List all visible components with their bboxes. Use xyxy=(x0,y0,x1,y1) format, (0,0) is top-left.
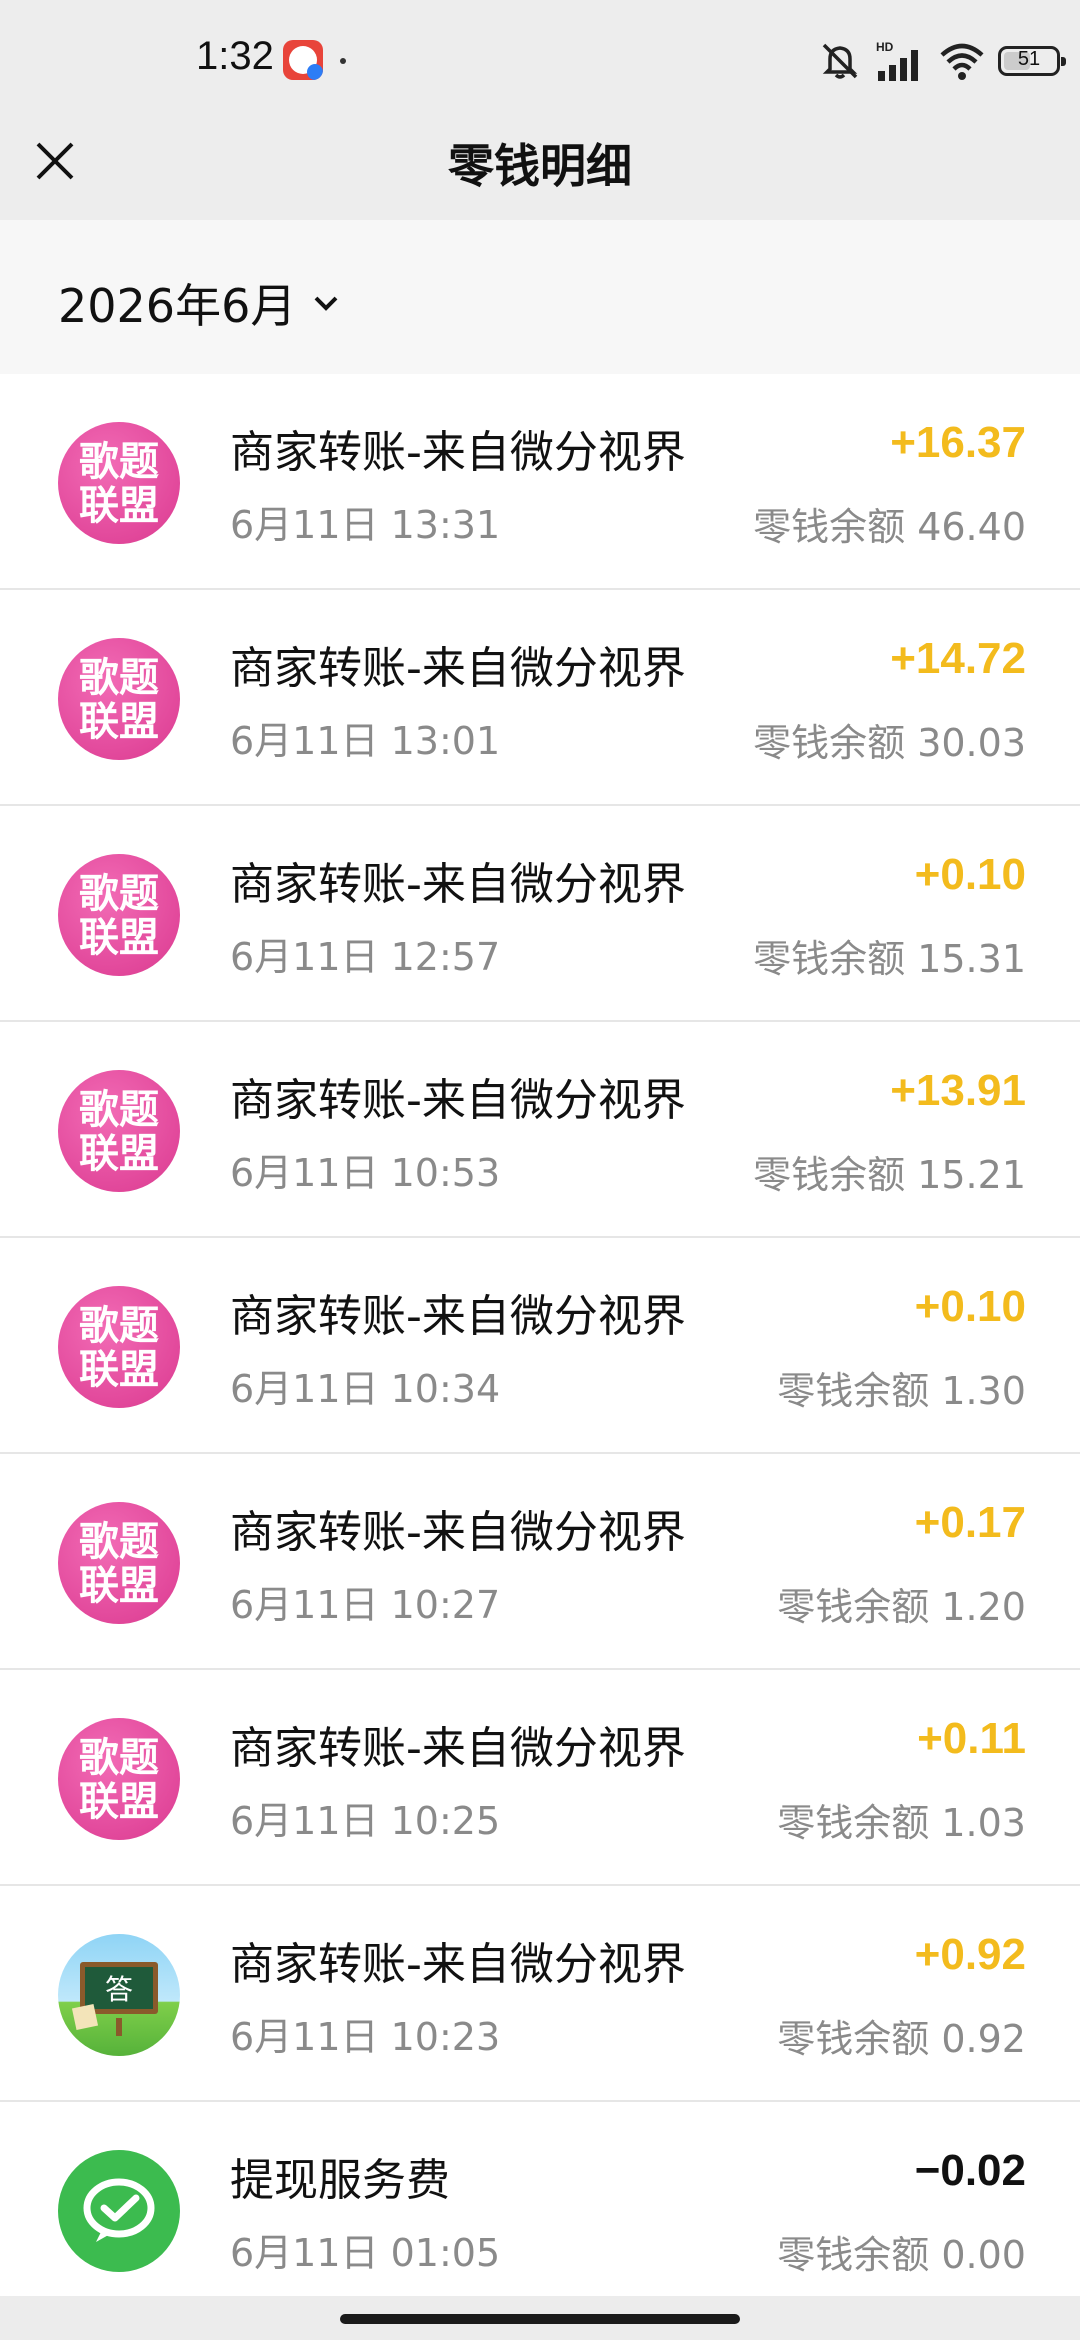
month-filter-bar: 2026年6月 xyxy=(0,220,1080,374)
avatar-text: 歌题 联盟 xyxy=(79,1302,159,1393)
transaction-amount: +13.91 xyxy=(890,1066,1026,1115)
nav-bar: 零钱明细 xyxy=(0,106,1080,220)
avatar-text: 答 xyxy=(105,1973,133,2006)
network-type: HD xyxy=(876,40,894,54)
mute-icon xyxy=(822,43,858,79)
merchant-avatar: 歌题 联盟 xyxy=(58,422,180,544)
avatar-text: 歌题 联盟 xyxy=(79,1734,159,1825)
transaction-time: 6月11日 12:57 xyxy=(230,935,501,979)
avatar-text: 歌题 联盟 xyxy=(79,654,159,745)
transaction-title: 商家转账-来自微分视界 xyxy=(230,1075,686,1126)
avatar-text: 歌题 联盟 xyxy=(79,870,159,961)
balance-after: 零钱余额 1.03 xyxy=(777,1801,1026,1845)
transaction-amount: +14.72 xyxy=(890,634,1026,683)
balance-after: 零钱余额 46.40 xyxy=(753,505,1026,549)
merchant-avatar: 歌题 联盟 xyxy=(58,1502,180,1624)
balance-after: 零钱余额 1.20 xyxy=(777,1585,1026,1629)
merchant-avatar: 歌题 联盟 xyxy=(58,638,180,760)
home-indicator[interactable] xyxy=(340,2314,740,2324)
transaction-amount: +0.92 xyxy=(914,1930,1026,1979)
transaction-time: 6月11日 10:25 xyxy=(230,1799,501,1843)
transaction-row[interactable]: 歌题 联盟 商家转账-来自微分视界 6月11日 13:01 +14.72 零钱余额… xyxy=(0,590,1080,806)
transaction-title: 商家转账-来自微分视界 xyxy=(230,1291,686,1342)
transaction-time: 6月11日 01:05 xyxy=(230,2231,501,2275)
transaction-amount: +16.37 xyxy=(890,418,1026,467)
transaction-amount: +0.17 xyxy=(914,1498,1026,1547)
transaction-title: 商家转账-来自微分视界 xyxy=(230,427,686,478)
merchant-avatar: 歌题 联盟 xyxy=(58,1718,180,1840)
status-time: 1:32 xyxy=(196,34,274,78)
transaction-amount: −0.02 xyxy=(914,2146,1026,2195)
transaction-amount: +0.11 xyxy=(917,1714,1026,1763)
transaction-row[interactable]: 提现服务费 6月11日 01:05 −0.02 零钱余额 0.00 xyxy=(0,2102,1080,2318)
transaction-row[interactable]: 歌题 联盟 商家转账-来自微分视界 6月11日 12:57 +0.10 零钱余额 … xyxy=(0,806,1080,1022)
wifi-icon xyxy=(940,43,984,80)
page-title: 零钱明细 xyxy=(448,139,632,193)
transaction-row[interactable]: 歌题 联盟 商家转账-来自微分视界 6月11日 10:34 +0.10 零钱余额 … xyxy=(0,1238,1080,1454)
transaction-row[interactable]: 歌题 联盟 商家转账-来自微分视界 6月11日 10:53 +13.91 零钱余额… xyxy=(0,1022,1080,1238)
transaction-title: 商家转账-来自微分视界 xyxy=(230,859,686,910)
notification-dot-icon xyxy=(340,58,346,64)
transaction-amount: +0.10 xyxy=(914,1282,1026,1331)
transaction-row[interactable]: 歌题 联盟 商家转账-来自微分视界 6月11日 10:27 +0.17 零钱余额 … xyxy=(0,1454,1080,1670)
month-selector[interactable]: 2026年6月 xyxy=(58,270,342,336)
transaction-row[interactable]: 歌题 联盟 商家转账-来自微分视界 6月11日 10:25 +0.11 零钱余额 … xyxy=(0,1670,1080,1886)
avatar-text: 歌题 联盟 xyxy=(79,438,159,529)
avatar-text: 歌题 联盟 xyxy=(79,1518,159,1609)
battery-level: 51 xyxy=(1017,48,1041,70)
transaction-row[interactable]: 答 商家转账-来自微分视界 6月11日 10:23 +0.92 零钱余额 0.9… xyxy=(0,1886,1080,2102)
wechat-pay-icon xyxy=(58,2150,180,2272)
balance-after: 零钱余额 0.92 xyxy=(777,2017,1026,2061)
balance-after: 零钱余额 15.31 xyxy=(753,937,1026,981)
balance-after: 零钱余额 30.03 xyxy=(753,721,1026,765)
transaction-time: 6月11日 10:53 xyxy=(230,1151,501,1195)
transaction-time: 6月11日 13:01 xyxy=(230,719,501,763)
status-indicators: HD 51 xyxy=(818,36,1066,86)
merchant-avatar: 歌题 联盟 xyxy=(58,1070,180,1192)
transaction-time: 6月11日 13:31 xyxy=(230,503,501,547)
transaction-time: 6月11日 10:23 xyxy=(230,2015,501,2059)
transaction-title: 商家转账-来自微分视界 xyxy=(230,643,686,694)
battery-icon: 51 xyxy=(998,46,1066,76)
transaction-row[interactable]: 歌题 联盟 商家转账-来自微分视界 6月11日 13:31 +16.37 零钱余额… xyxy=(0,374,1080,590)
balance-after: 零钱余额 15.21 xyxy=(753,1153,1026,1197)
chevron-down-icon xyxy=(314,296,338,311)
merchant-avatar: 歌题 联盟 xyxy=(58,854,180,976)
screen: 1:32 HD 51 零钱明细 2026年6月 歌题 联盟 商家转账-来自微分视… xyxy=(0,0,1080,2340)
month-label: 2026年6月 xyxy=(58,279,297,333)
transaction-amount: +0.10 xyxy=(914,850,1026,899)
transaction-title: 提现服务费 xyxy=(230,2155,450,2206)
avatar-text: 歌题 联盟 xyxy=(79,1086,159,1177)
transaction-title: 商家转账-来自微分视界 xyxy=(230,1507,686,1558)
balance-after: 零钱余额 1.30 xyxy=(777,1369,1026,1413)
transaction-title: 商家转账-来自微分视界 xyxy=(230,1939,686,1990)
transaction-time: 6月11日 10:27 xyxy=(230,1583,501,1627)
blackboard-avatar-icon: 答 xyxy=(58,1934,180,2056)
signal-icon: HD xyxy=(876,40,918,81)
app-notification-icon xyxy=(283,40,323,80)
transaction-time: 6月11日 10:34 xyxy=(230,1367,501,1411)
transaction-list: 歌题 联盟 商家转账-来自微分视界 6月11日 13:31 +16.37 零钱余额… xyxy=(0,374,1080,2318)
transaction-title: 商家转账-来自微分视界 xyxy=(230,1723,686,1774)
merchant-avatar: 歌题 联盟 xyxy=(58,1286,180,1408)
balance-after: 零钱余额 0.00 xyxy=(777,2233,1026,2277)
